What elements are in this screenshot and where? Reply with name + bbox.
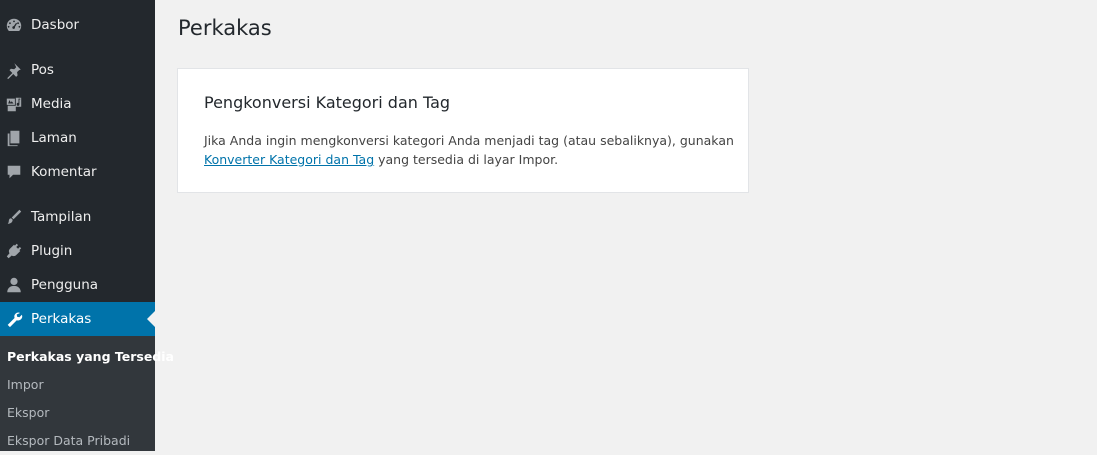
sidebar-item-pengguna[interactable]: Pengguna [0, 268, 155, 302]
sidebar-item-plugin[interactable]: Plugin [0, 234, 155, 268]
submenu-item-perkakas-tersedia[interactable]: Perkakas yang Tersedia [7, 343, 174, 371]
card-desc-before: Jika Anda ingin mengkonversi kategori An… [204, 133, 734, 148]
sidebar-item-label: Laman [31, 130, 77, 146]
sidebar-item-label: Pengguna [31, 277, 99, 293]
sidebar-item-media[interactable]: Media [0, 87, 155, 121]
wrench-icon [4, 309, 24, 329]
sidebar-item-label: Pos [31, 62, 54, 78]
page-title: Perkakas [178, 16, 272, 40]
pin-icon [4, 60, 24, 80]
category-tag-converter-link[interactable]: Konverter Kategori dan Tag [204, 152, 374, 167]
comment-icon [4, 162, 24, 182]
card-desc-after: yang tersedia di layar Impor. [374, 152, 559, 167]
sidebar-item-label: Plugin [31, 243, 73, 259]
sidebar-item-tampilan[interactable]: Tampilan [0, 200, 155, 234]
submenu-item-impor[interactable]: Impor [7, 371, 44, 399]
sidebar-item-komentar[interactable]: Komentar [0, 155, 155, 189]
submenu-perkakas: Perkakas yang Tersedia Impor Ekspor Eksp… [0, 336, 174, 451]
user-icon [4, 275, 24, 295]
sidebar-item-label: Dasbor [31, 17, 80, 33]
plug-icon [4, 241, 24, 261]
dashboard-icon [4, 15, 24, 35]
sidebar-item-label: Media [31, 96, 72, 112]
admin-sidebar: Dasbor Pos Media Laman Komentar Tampilan [0, 0, 174, 451]
sidebar-item-perkakas[interactable]: Perkakas [0, 302, 155, 336]
card-title: Pengkonversi Kategori dan Tag [204, 93, 451, 112]
card-description: Jika Anda ingin mengkonversi kategori An… [204, 131, 734, 169]
media-icon [4, 94, 24, 114]
tool-card: Pengkonversi Kategori dan Tag Jika Anda … [177, 68, 749, 193]
sidebar-item-label: Perkakas [31, 311, 92, 327]
pages-icon [4, 128, 24, 148]
brush-icon [4, 207, 24, 227]
submenu-item-ekspor[interactable]: Ekspor [7, 399, 49, 427]
sidebar-item-pos[interactable]: Pos [0, 53, 155, 87]
sidebar-item-dasbor[interactable]: Dasbor [0, 8, 155, 42]
sidebar-item-label: Komentar [31, 164, 97, 180]
sidebar-item-laman[interactable]: Laman [0, 121, 155, 155]
sidebar-item-label: Tampilan [31, 209, 92, 225]
